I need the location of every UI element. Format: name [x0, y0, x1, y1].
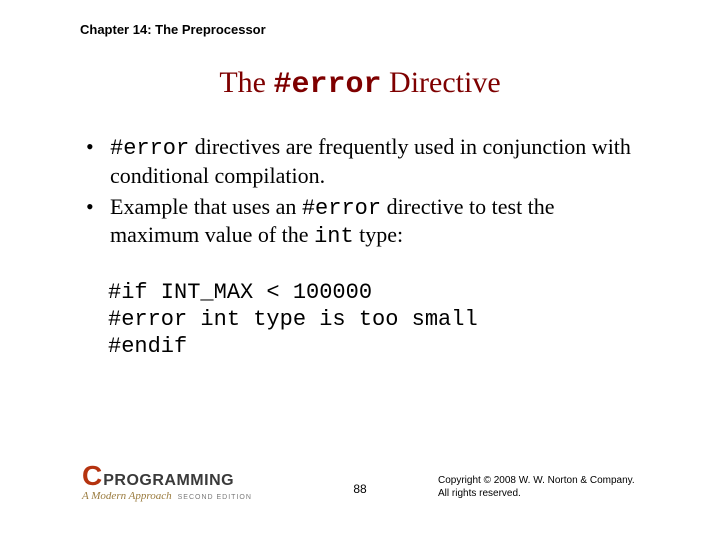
bullet-1: #error directives are frequently used in…	[84, 134, 644, 190]
copyright: Copyright © 2008 W. W. Norton & Company.…	[438, 475, 648, 500]
body-content: #error directives are frequently used in…	[84, 134, 644, 255]
chapter-header: Chapter 14: The Preprocessor	[80, 22, 266, 37]
title-pre: The	[219, 66, 273, 99]
title-post: Directive	[382, 66, 501, 99]
title-code: #error	[274, 68, 382, 102]
copyright-line-2: All rights reserved.	[438, 488, 648, 501]
bullet2-code2: int	[314, 224, 354, 249]
bullet1-code: #error	[110, 136, 189, 161]
copyright-line-1: Copyright © 2008 W. W. Norton & Company.	[438, 475, 648, 488]
bullet2-code1: #error	[302, 196, 381, 221]
bullet2-post: type:	[354, 222, 404, 247]
footer: C PROGRAMMING A Modern Approach SECOND E…	[0, 462, 720, 502]
bullet-2: Example that uses an #error directive to…	[84, 194, 644, 252]
code-block: #if INT_MAX < 100000 #error int type is …	[108, 280, 478, 360]
bullet2-pre: Example that uses an	[110, 194, 302, 219]
slide-title: The #error Directive	[0, 66, 720, 102]
